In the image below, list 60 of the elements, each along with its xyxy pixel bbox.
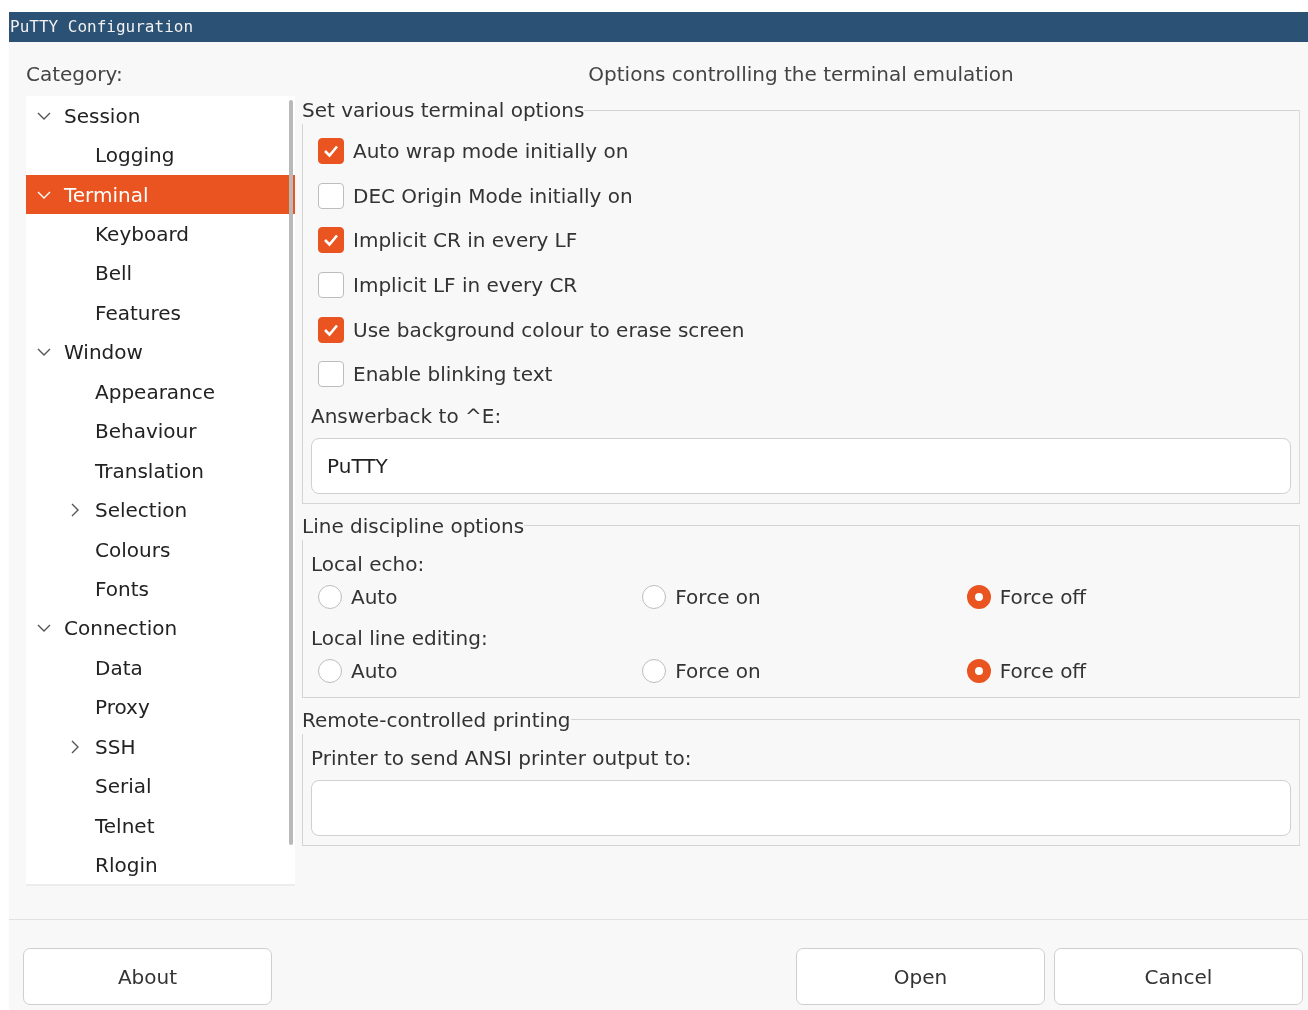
tree-item[interactable]: Colours xyxy=(26,529,295,570)
dialog-button[interactable]: Open xyxy=(796,948,1045,1005)
radio-label[interactable]: Auto xyxy=(351,658,398,683)
tree-item[interactable]: Session xyxy=(26,96,295,136)
tree-item[interactable]: Window xyxy=(26,332,295,373)
radio-group-label: Local line editing: xyxy=(311,625,489,650)
scrollbar[interactable] xyxy=(289,100,293,845)
radio-button[interactable] xyxy=(642,658,667,683)
radio-button[interactable] xyxy=(966,584,991,609)
radio-button[interactable] xyxy=(318,584,342,609)
tree-item[interactable]: Appearance xyxy=(26,372,295,412)
checkbox-label[interactable]: Implicit CR in every LF xyxy=(353,228,578,253)
radio-label[interactable]: Auto xyxy=(351,584,398,609)
tree-item[interactable]: Connection xyxy=(26,608,295,649)
dialog-button[interactable]: About xyxy=(23,948,272,1005)
group-title: Line discipline options xyxy=(302,512,525,540)
tree-item[interactable]: Rlogin xyxy=(26,845,295,885)
radio-label[interactable]: Force on xyxy=(675,658,761,683)
field-label: Printer to send ANSI printer output to: xyxy=(311,745,693,770)
radio-group-label: Local echo: xyxy=(311,551,426,576)
checkbox[interactable] xyxy=(318,138,344,165)
checkbox[interactable] xyxy=(318,272,344,299)
input-field[interactable]: PuTTY xyxy=(311,437,1291,494)
radio-label[interactable]: Force on xyxy=(675,584,761,609)
radio-button[interactable] xyxy=(966,658,991,683)
dialog-button[interactable]: Cancel xyxy=(1054,948,1303,1005)
field-label: Answerback to ^E: xyxy=(311,403,503,428)
tree-item[interactable]: Data xyxy=(26,648,295,688)
panel-heading: Options controlling the terminal emulation xyxy=(587,62,1015,88)
tree-item[interactable]: Features xyxy=(26,293,295,333)
tree-item[interactable]: Selection xyxy=(26,490,295,530)
tree-item[interactable]: Behaviour xyxy=(26,411,295,451)
tree-item[interactable]: Telnet xyxy=(26,805,295,846)
tree-item[interactable]: Proxy xyxy=(26,687,295,727)
group-title: Remote-controlled printing xyxy=(302,706,571,734)
window-title: PuTTY Configuration xyxy=(9,12,1308,42)
checkbox-label[interactable]: DEC Origin Mode initially on xyxy=(353,183,633,208)
radio-button[interactable] xyxy=(318,658,342,683)
checkbox[interactable] xyxy=(318,361,344,388)
tree-item[interactable]: SSH xyxy=(26,727,295,767)
category-label: Category: xyxy=(26,62,124,88)
tree-item[interactable]: Bell xyxy=(26,253,295,294)
checkbox-label[interactable]: Implicit LF in every CR xyxy=(353,273,578,298)
input-field[interactable] xyxy=(311,779,1291,836)
checkbox[interactable] xyxy=(318,227,344,254)
radio-button[interactable] xyxy=(642,584,667,609)
radio-label[interactable]: Force off xyxy=(999,584,1087,609)
tree-item[interactable]: Logging xyxy=(26,135,295,175)
tree-item[interactable]: Translation xyxy=(26,450,295,491)
checkbox[interactable] xyxy=(318,182,344,209)
checkbox-label[interactable]: Enable blinking text xyxy=(353,362,553,387)
tree-item[interactable]: Keyboard xyxy=(26,214,295,254)
checkbox-label[interactable]: Auto wrap mode initially on xyxy=(353,139,629,164)
radio-label[interactable]: Force off xyxy=(999,658,1087,683)
tree-item[interactable]: Fonts xyxy=(26,569,295,609)
tree-item[interactable]: Serial xyxy=(26,766,295,806)
group-title: Set various terminal options xyxy=(302,97,585,124)
checkbox-label[interactable]: Use background colour to erase screen xyxy=(353,317,745,342)
checkbox[interactable] xyxy=(318,316,344,343)
tree-item[interactable]: Terminal xyxy=(26,174,295,215)
